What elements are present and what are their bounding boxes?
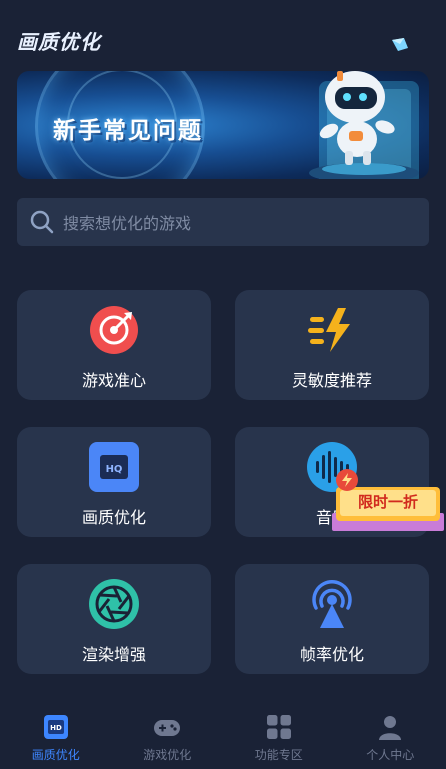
nav-item-profile[interactable]: 个人中心 bbox=[335, 707, 446, 769]
nav-label: 功能专区 bbox=[254, 748, 303, 762]
hq-icon: HD bbox=[43, 715, 68, 739]
speed-bolt-icon bbox=[308, 308, 350, 352]
broadcast-tower-icon bbox=[312, 580, 352, 628]
feature-card-quality[interactable]: HQ 画质优化 bbox=[17, 427, 211, 537]
nav-item-quality[interactable]: HD 画质优化 bbox=[0, 707, 112, 769]
aperture-icon bbox=[89, 579, 139, 629]
svg-text:HD: HD bbox=[50, 724, 62, 732]
nav-item-game[interactable]: 游戏优化 bbox=[112, 707, 224, 769]
search-icon bbox=[30, 210, 54, 234]
feature-card-render[interactable]: 渲染增强 bbox=[17, 564, 211, 674]
promo-badge[interactable]: 限时一折 bbox=[342, 491, 434, 512]
feature-label: 渲染增强 bbox=[81, 645, 146, 664]
banner-title: 新手常见问题 bbox=[53, 118, 203, 144]
feature-label: 游戏准心 bbox=[81, 371, 146, 390]
svg-text:HQ: HQ bbox=[106, 464, 123, 475]
flash-badge-icon bbox=[336, 469, 358, 491]
feature-label: 帧率优化 bbox=[299, 645, 364, 664]
search-input[interactable]: 搜索想优化的游戏 bbox=[63, 210, 191, 234]
hq-icon: HQ bbox=[89, 442, 139, 492]
feature-card-crosshair[interactable]: 游戏准心 bbox=[17, 290, 211, 400]
feature-card-sensitivity[interactable]: 灵敏度推荐 bbox=[235, 290, 429, 400]
feature-card-framerate[interactable]: 帧率优化 bbox=[235, 564, 429, 674]
nav-item-features[interactable]: 功能专区 bbox=[223, 707, 335, 769]
page-title: 画质优化 bbox=[17, 30, 101, 54]
feature-label: 灵敏度推荐 bbox=[291, 371, 372, 390]
gamepad-icon bbox=[154, 720, 181, 736]
search-bar[interactable]: 搜索想优化的游戏 bbox=[17, 198, 429, 246]
nav-label: 游戏优化 bbox=[143, 748, 192, 762]
feature-label: 画质优化 bbox=[81, 508, 146, 527]
nav-label: 个人中心 bbox=[366, 748, 415, 762]
user-icon bbox=[379, 716, 402, 740]
grid-icon bbox=[266, 715, 291, 739]
faq-banner[interactable]: 新手常见问题 bbox=[17, 71, 429, 179]
nav-label: 画质优化 bbox=[31, 748, 80, 762]
target-arrow-icon bbox=[90, 306, 138, 354]
decoration-shard-icon bbox=[392, 38, 408, 51]
robot-mascot-icon bbox=[309, 71, 419, 179]
bottom-nav: HD 画质优化 游戏优化 功能专区 个人中心 bbox=[0, 707, 446, 769]
